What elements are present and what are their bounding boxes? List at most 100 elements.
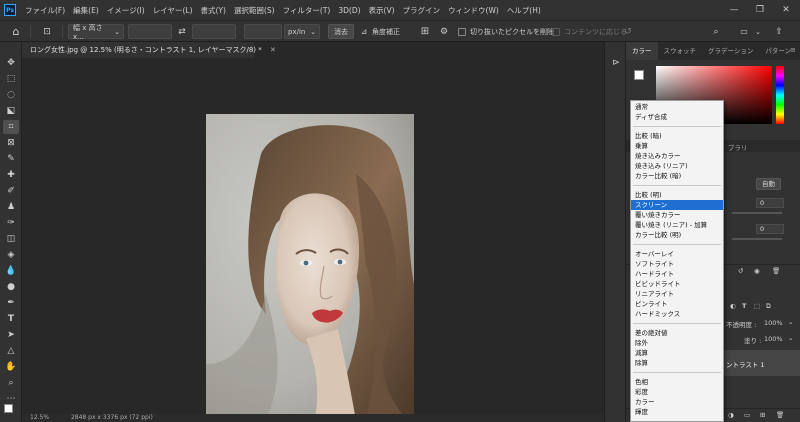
filter-type-icon[interactable]: T xyxy=(742,302,746,310)
new-layer-icon[interactable]: ⊞ xyxy=(760,411,765,419)
blend-mode-item[interactable]: 通常 xyxy=(631,102,723,112)
zoom-tool-icon[interactable]: ⌕ xyxy=(3,376,19,390)
blend-mode-item[interactable]: 比較 (明) xyxy=(631,190,723,200)
delete-cropped-checkbox[interactable]: 切り抜いたピクセルを削除 xyxy=(458,24,554,39)
clear-button[interactable]: 消去 xyxy=(328,24,354,39)
menu-view[interactable]: 表示(V) xyxy=(365,5,399,16)
clone-stamp-tool-icon[interactable]: ♟ xyxy=(3,200,19,214)
dodge-tool-icon[interactable]: ● xyxy=(3,280,19,294)
reset-icon[interactable]: ↺ xyxy=(738,267,743,275)
share-icon[interactable]: ⇪ xyxy=(772,24,786,39)
menu-help[interactable]: ヘルプ(H) xyxy=(503,5,545,16)
blend-mode-item[interactable]: 除算 xyxy=(631,358,723,368)
type-tool-icon[interactable]: T xyxy=(3,312,19,326)
pen-tool-icon[interactable]: ✒ xyxy=(3,296,19,310)
menu-filter[interactable]: フィルター(T) xyxy=(279,5,335,16)
straighten-label[interactable]: 角度補正 xyxy=(372,24,400,39)
trash-icon[interactable]: 🗑 xyxy=(776,411,784,419)
object-select-tool-icon[interactable]: ⬕ xyxy=(3,104,19,118)
menu-plugins[interactable]: プラグイン xyxy=(399,5,445,16)
filter-shape-icon[interactable]: ⬚ xyxy=(754,302,760,310)
chevron-down-icon[interactable]: ⌄ xyxy=(788,334,793,342)
menu-file[interactable]: ファイル(F) xyxy=(21,5,69,16)
ratio-select[interactable]: 幅 x 高さ x... ⌄ xyxy=(68,24,124,41)
blend-mode-item[interactable]: 彩度 xyxy=(631,387,723,397)
height-field[interactable] xyxy=(192,24,236,39)
history-brush-tool-icon[interactable]: ✑ xyxy=(3,216,19,230)
menu-image[interactable]: イメージ(I) xyxy=(103,5,149,16)
unit-select[interactable]: px/in ⌄ xyxy=(284,24,320,39)
contrast-slider[interactable] xyxy=(732,238,782,240)
crop-tool-icon[interactable]: ⌗ xyxy=(3,120,19,134)
tab-color[interactable]: カラー xyxy=(626,42,658,60)
grid-overlay-icon[interactable]: ⊞ xyxy=(418,24,432,39)
adjustment-layer-icon[interactable]: ◑ xyxy=(728,411,734,419)
history-panel-icon[interactable]: ⊳ xyxy=(608,56,624,70)
foreground-color-swatch[interactable] xyxy=(4,404,13,413)
blend-mode-item[interactable]: 覆い焼き (リニア) - 加算 xyxy=(631,220,723,230)
blend-mode-item[interactable]: ソフトライト xyxy=(631,259,723,269)
close-tab-icon[interactable]: ✕ xyxy=(270,46,276,54)
swap-icon[interactable]: ⇄ xyxy=(176,24,188,39)
menu-select[interactable]: 選択範囲(S) xyxy=(230,5,279,16)
minimize-icon[interactable]: — xyxy=(722,0,746,20)
blend-mode-item[interactable]: 覆い焼きカラー xyxy=(631,210,723,220)
blend-mode-item[interactable]: ハードライト xyxy=(631,269,723,279)
blend-mode-dropdown[interactable]: 通常 ディザ合成 比較 (暗) 乗算 焼き込みカラー 焼き込み (リニア) カラー比較 (暗… xyxy=(630,100,724,422)
contrast-value[interactable]: 0 xyxy=(756,224,784,234)
panel-menu-icon[interactable]: ≡ xyxy=(790,46,796,54)
blend-mode-item[interactable]: オーバーレイ xyxy=(631,249,723,259)
menu-3d[interactable]: 3D(D) xyxy=(334,6,364,15)
paint-bucket-tool-icon[interactable]: ◈ xyxy=(3,248,19,262)
blend-mode-item[interactable]: 差の絶対値 xyxy=(631,328,723,338)
hand-tool-icon[interactable]: ✋ xyxy=(3,360,19,374)
width-field[interactable] xyxy=(128,24,172,39)
blend-mode-item[interactable]: 除外 xyxy=(631,338,723,348)
chevron-down-icon[interactable]: ⌄ xyxy=(788,318,793,326)
shape-tool-icon[interactable]: △ xyxy=(3,344,19,358)
move-tool-icon[interactable]: ✥ xyxy=(3,56,19,70)
straighten-icon[interactable]: ⊿ xyxy=(358,24,370,39)
crop-tool-icon[interactable]: ⊡ xyxy=(36,24,58,39)
filter-smart-icon[interactable]: ⧉ xyxy=(766,302,771,311)
blend-mode-item[interactable]: カラー比較 (暗) xyxy=(631,171,723,181)
group-icon[interactable]: ▭ xyxy=(744,411,750,419)
content-aware-checkbox[interactable]: コンテンツに応じる xyxy=(552,24,627,39)
blend-mode-item[interactable]: 減算 xyxy=(631,348,723,358)
tab-swatches[interactable]: スウォッチ xyxy=(658,42,703,60)
search-icon[interactable]: ⌕ xyxy=(710,24,722,39)
blend-mode-item[interactable]: ピンライト xyxy=(631,299,723,309)
tab-gradients[interactable]: グラデーション xyxy=(702,42,759,60)
canvas-area[interactable] xyxy=(22,58,604,420)
eyedropper-tool-icon[interactable]: ✎ xyxy=(3,152,19,166)
marquee-tool-icon[interactable]: ⬚ xyxy=(3,72,19,86)
blend-mode-item[interactable]: リニアライト xyxy=(631,289,723,299)
color-fg-swatch[interactable] xyxy=(634,70,644,80)
menu-edit[interactable]: 編集(E) xyxy=(69,5,103,16)
lasso-tool-icon[interactable]: ◌ xyxy=(3,88,19,102)
document-tab[interactable]: ロング女性.jpg @ 12.5% (明るさ・コントラスト 1, レイヤーマスク… xyxy=(22,42,276,58)
blend-mode-item[interactable]: スクリーン xyxy=(631,200,723,210)
blend-mode-item[interactable]: 焼き込み (リニア) xyxy=(631,161,723,171)
healing-brush-tool-icon[interactable]: ✚ xyxy=(3,168,19,182)
blend-mode-item[interactable]: 輝度 xyxy=(631,407,723,417)
layer-row-selected[interactable]: ントラスト 1 xyxy=(722,350,800,376)
blend-mode-item[interactable]: 比較 (暗) xyxy=(631,131,723,141)
menu-layer[interactable]: レイヤー(L) xyxy=(149,5,197,16)
brush-tool-icon[interactable]: ✐ xyxy=(3,184,19,198)
blend-mode-item[interactable]: ビビッドライト xyxy=(631,279,723,289)
blend-mode-item[interactable]: 乗算 xyxy=(631,141,723,151)
fill-value[interactable]: 100% xyxy=(764,335,783,343)
hue-slider[interactable] xyxy=(776,66,784,124)
undo-icon[interactable]: ↺ xyxy=(622,24,634,39)
filter-adjust-icon[interactable]: ◐ xyxy=(730,302,736,310)
blend-mode-item[interactable]: 焼き込みカラー xyxy=(631,151,723,161)
opacity-value[interactable]: 100% xyxy=(764,319,783,327)
gear-icon[interactable]: ⚙ xyxy=(438,24,450,39)
close-icon[interactable]: ✕ xyxy=(774,0,798,20)
libraries-tab-partial[interactable]: ブラリ xyxy=(728,142,748,152)
blend-mode-item[interactable]: カラー xyxy=(631,397,723,407)
chevron-down-icon[interactable]: ⌄ xyxy=(754,24,762,39)
brightness-slider[interactable] xyxy=(732,212,782,214)
path-select-tool-icon[interactable]: ➤ xyxy=(3,328,19,342)
